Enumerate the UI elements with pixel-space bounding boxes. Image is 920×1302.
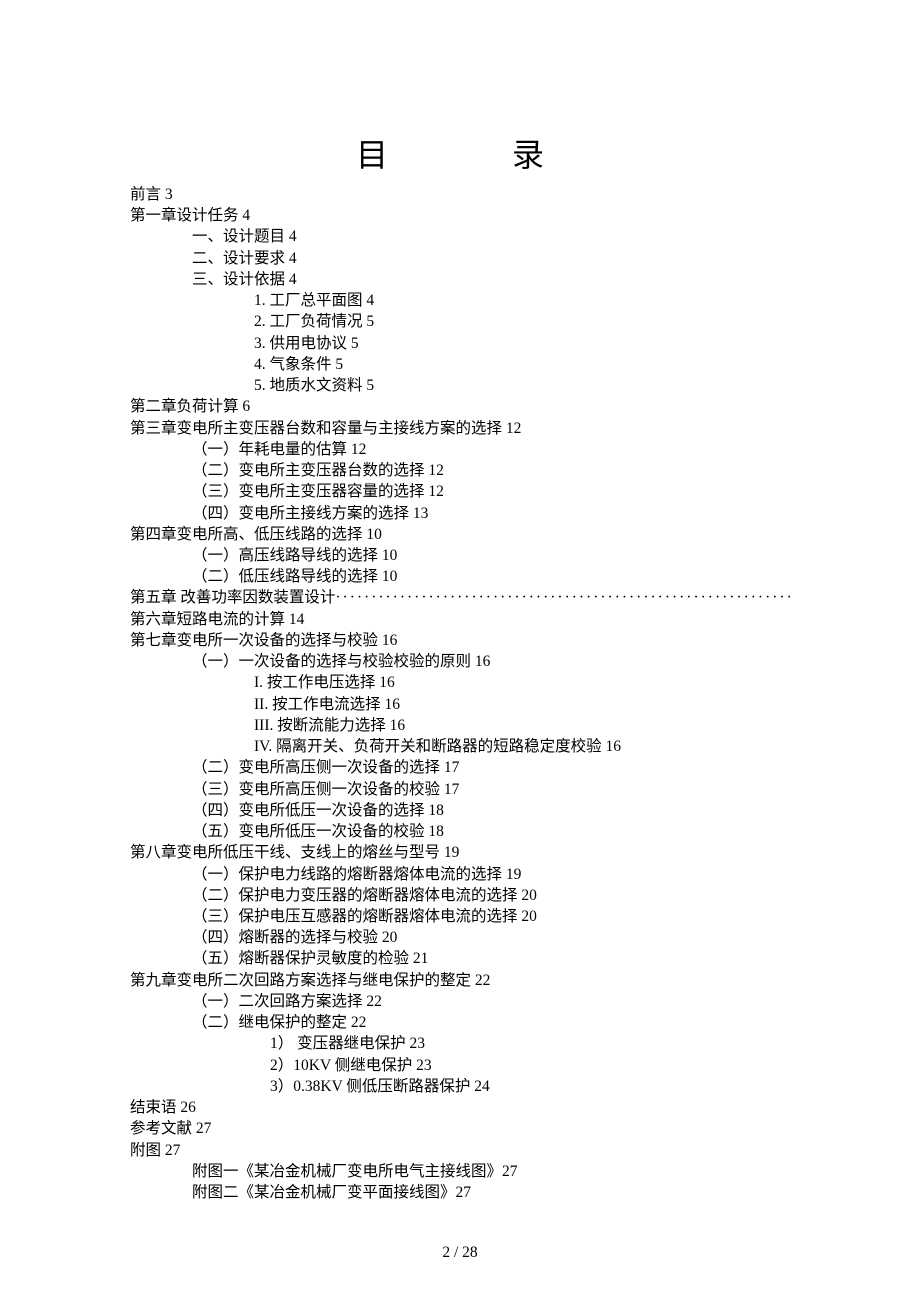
toc-entry: 5. 地质水文资料 5 [130, 375, 790, 396]
toc-entry: （一）二次回路方案选择 22 [130, 991, 790, 1012]
toc-entry: （二）变电所高压侧一次设备的选择 17 [130, 757, 790, 778]
toc-entry: I. 按工作电压选择 16 [130, 672, 790, 693]
toc-entry: （四）熔断器的选择与校验 20 [130, 927, 790, 948]
toc-entry: （一）年耗电量的估算 12 [130, 439, 790, 460]
toc-entry: 3）0.38KV 侧低压断路器保护 24 [130, 1076, 790, 1097]
document-page: 目 录 前言 3第一章设计任务 4一、设计题目 4二、设计要求 4三、设计依据 … [0, 0, 920, 1302]
toc-entry: 2. 工厂负荷情况 5 [130, 311, 790, 332]
toc-entry: 一、设计题目 4 [130, 226, 790, 247]
toc-entry: （五）变电所低压一次设备的校验 18 [130, 821, 790, 842]
toc-entry: （二）低压线路导线的选择 10 [130, 566, 790, 587]
toc-title: 目 录 [130, 130, 790, 176]
toc-entry: 1） 变压器继电保护 23 [130, 1033, 790, 1054]
toc-entry: 第三章变电所主变压器台数和容量与主接线方案的选择 12 [130, 418, 790, 439]
toc-entry: （三）变电所高压侧一次设备的校验 17 [130, 779, 790, 800]
toc-entry: 结束语 26 [130, 1097, 790, 1118]
toc-entry: 第六章短路电流的计算 14 [130, 609, 790, 630]
toc-entry: （一）保护电力线路的熔断器熔体电流的选择 19 [130, 864, 790, 885]
toc-entry: 第五章 改善功率因数装置设计 [130, 587, 790, 608]
toc-entry: （三）保护电压互感器的熔断器熔体电流的选择 20 [130, 906, 790, 927]
toc-entry: IV. 隔离开关、负荷开关和断路器的短路稳定度校验 16 [130, 736, 790, 757]
toc-entry: 参考文献 27 [130, 1118, 790, 1139]
toc-entry: 4. 气象条件 5 [130, 354, 790, 375]
toc-entry: 二、设计要求 4 [130, 248, 790, 269]
toc-entry: 附图二《某冶金机械厂变平面接线图》27 [130, 1182, 790, 1203]
toc-entry: 1. 工厂总平面图 4 [130, 290, 790, 311]
toc-entry: （一）一次设备的选择与校验校验的原则 16 [130, 651, 790, 672]
toc-entry: （四）变电所主接线方案的选择 13 [130, 503, 790, 524]
toc-entry: （五）熔断器保护灵敏度的检验 21 [130, 948, 790, 969]
toc-entry: 第七章变电所一次设备的选择与校验 16 [130, 630, 790, 651]
toc-entry: （二）继电保护的整定 22 [130, 1012, 790, 1033]
toc-container: 前言 3第一章设计任务 4一、设计题目 4二、设计要求 4三、设计依据 41. … [130, 184, 790, 1203]
toc-entry: 附图 27 [130, 1140, 790, 1161]
toc-entry: 2）10KV 侧继电保护 23 [130, 1055, 790, 1076]
toc-entry: （三）变电所主变压器容量的选择 12 [130, 481, 790, 502]
toc-entry: （四）变电所低压一次设备的选择 18 [130, 800, 790, 821]
toc-entry: 三、设计依据 4 [130, 269, 790, 290]
toc-entry: II. 按工作电流选择 16 [130, 694, 790, 715]
toc-entry: 3. 供用电协议 5 [130, 333, 790, 354]
toc-entry: （一）高压线路导线的选择 10 [130, 545, 790, 566]
toc-entry: 第四章变电所高、低压线路的选择 10 [130, 524, 790, 545]
page-number: 2 / 28 [130, 1244, 790, 1262]
toc-entry: III. 按断流能力选择 16 [130, 715, 790, 736]
toc-entry: 第九章变电所二次回路方案选择与继电保护的整定 22 [130, 970, 790, 991]
toc-entry: 前言 3 [130, 184, 790, 205]
toc-entry: 附图一《某冶金机械厂变电所电气主接线图》27 [130, 1161, 790, 1182]
toc-entry: （二）保护电力变压器的熔断器熔体电流的选择 20 [130, 885, 790, 906]
toc-entry: 第八章变电所低压干线、支线上的熔丝与型号 19 [130, 842, 790, 863]
toc-entry: 第二章负荷计算 6 [130, 396, 790, 417]
toc-entry: 第一章设计任务 4 [130, 205, 790, 226]
toc-entry: （二）变电所主变压器台数的选择 12 [130, 460, 790, 481]
